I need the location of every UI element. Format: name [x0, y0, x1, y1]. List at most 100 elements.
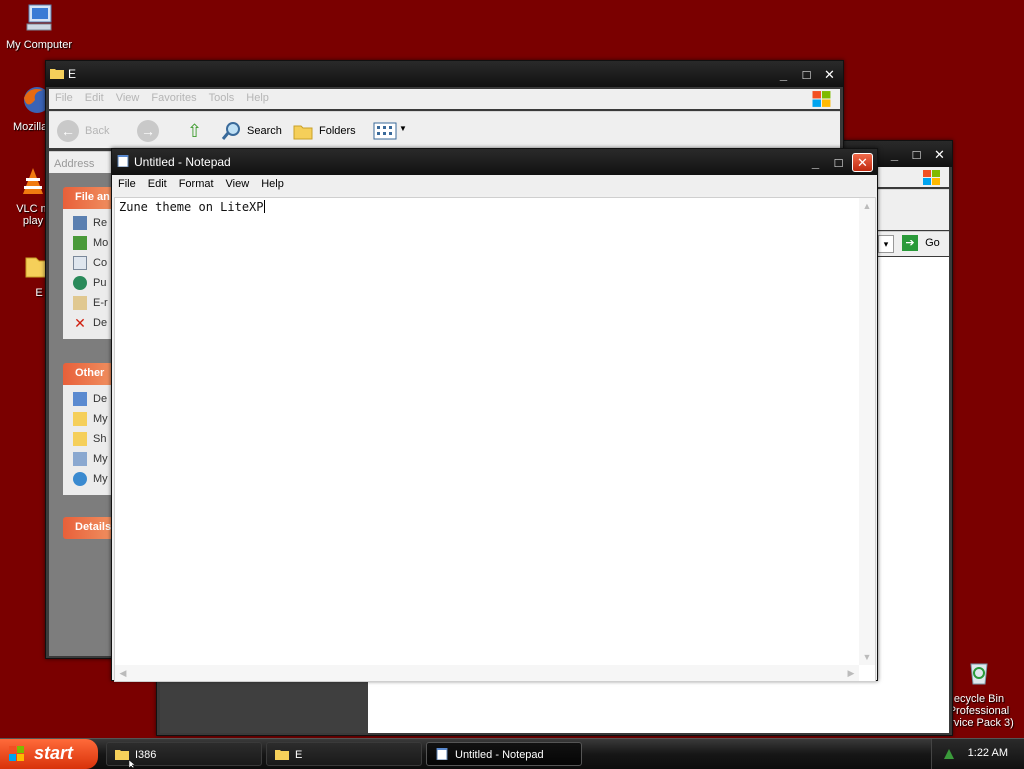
- up-folder-icon[interactable]: ⇧: [187, 120, 209, 142]
- maximize-button[interactable]: □: [797, 66, 816, 83]
- chevron-down-icon: ▼: [399, 124, 407, 133]
- vertical-scrollbar[interactable]: ▲ ▼: [859, 198, 875, 665]
- task-item-rename[interactable]: Re: [73, 213, 113, 233]
- recycle-bin-icon: [970, 663, 988, 685]
- address-dropdown-chevron-icon[interactable]: ▾: [878, 235, 894, 253]
- taskbar-item-label: E: [295, 749, 303, 761]
- computer-icon: [26, 4, 52, 31]
- menu-help[interactable]: Help: [255, 175, 290, 190]
- text-caret: [263, 200, 265, 213]
- copy-icon: [73, 256, 87, 271]
- publish-globe-icon: [73, 276, 87, 291]
- other-places-header[interactable]: Other: [63, 363, 113, 385]
- close-button[interactable]: ✕: [930, 146, 949, 163]
- back-label: Back: [85, 125, 110, 137]
- title-bar[interactable]: Untitled - Notepad _ □ ✕: [112, 149, 877, 175]
- menu-help[interactable]: Help: [240, 89, 275, 104]
- folders-label: Folders: [319, 125, 356, 137]
- address-label: Address: [54, 158, 95, 170]
- folder-icon: [50, 69, 64, 79]
- notepad-icon: [117, 155, 129, 167]
- place-item-my-network[interactable]: My: [73, 469, 113, 489]
- menu-view[interactable]: View: [110, 89, 146, 104]
- views-grid-icon: [373, 122, 397, 140]
- task-item-move[interactable]: Mo: [73, 233, 113, 253]
- documents-folder-icon: [73, 412, 87, 427]
- file-tasks-header[interactable]: File an: [63, 187, 113, 209]
- menu-edit[interactable]: Edit: [79, 89, 110, 104]
- views-button[interactable]: ▼: [373, 120, 407, 142]
- notepad-content: Zune theme on LiteXP: [119, 200, 265, 214]
- menu-view[interactable]: View: [220, 175, 256, 190]
- taskbar-item-e[interactable]: E: [266, 742, 422, 766]
- start-button[interactable]: start: [0, 739, 98, 769]
- minimize-button[interactable]: _: [806, 154, 825, 171]
- place-item-my-documents[interactable]: My: [73, 409, 113, 429]
- menu-file[interactable]: File: [112, 175, 142, 190]
- minimize-button[interactable]: _: [885, 146, 904, 163]
- back-arrow-icon: ←: [57, 120, 79, 142]
- mouse-cursor-icon: [129, 760, 136, 768]
- back-button[interactable]: ← Back: [57, 120, 127, 142]
- clock[interactable]: 1:22 AM: [968, 747, 1008, 759]
- delete-x-icon: ✕: [74, 315, 86, 332]
- place-item-desktop[interactable]: De: [73, 389, 113, 409]
- maximize-button[interactable]: □: [907, 146, 926, 163]
- desktop-icon-my-computer[interactable]: My Computer: [2, 2, 76, 51]
- close-button[interactable]: ✕: [820, 66, 839, 83]
- menu-edit[interactable]: Edit: [142, 175, 173, 190]
- folder-icon: [115, 750, 129, 760]
- close-button[interactable]: ✕: [852, 153, 873, 172]
- taskbar-item-label: Untitled - Notepad: [455, 749, 544, 761]
- search-button[interactable]: Search: [221, 120, 287, 142]
- go-button[interactable]: ➔ Go: [902, 235, 952, 253]
- horizontal-scrollbar[interactable]: ◀ ▶: [115, 665, 859, 681]
- network-globe-icon: [73, 472, 87, 487]
- menu-favorites[interactable]: Favorites: [145, 89, 202, 104]
- task-pane: File an Re Mo Co Pu E-r ✕ De Other De My …: [49, 173, 113, 656]
- notepad-icon: [436, 748, 448, 760]
- search-label: Search: [247, 125, 282, 137]
- scroll-right-arrow-icon[interactable]: ▶: [843, 665, 859, 681]
- system-tray: 1:22 AM: [931, 739, 1024, 769]
- menu-tools[interactable]: Tools: [203, 89, 241, 104]
- shared-folder-icon: [73, 432, 87, 447]
- email-icon: [73, 296, 87, 311]
- window-title: Untitled - Notepad: [134, 155, 231, 169]
- network-tray-icon[interactable]: [942, 747, 956, 761]
- taskbar-item-notepad[interactable]: Untitled - Notepad: [426, 742, 582, 766]
- notepad-window[interactable]: Untitled - Notepad _ □ ✕ File Edit Format V…: [111, 148, 878, 682]
- windows-flag-icon: [9, 746, 24, 761]
- task-item-copy[interactable]: Co: [73, 253, 113, 273]
- computer-icon: [73, 452, 87, 467]
- menu-format[interactable]: Format: [173, 175, 220, 190]
- other-places-box: Other De My Sh My My: [63, 363, 113, 495]
- place-item-my-computer[interactable]: My: [73, 449, 113, 469]
- notepad-text-area[interactable]: Zune theme on LiteXP ▲ ▼ ◀ ▶: [114, 197, 876, 682]
- details-box: Details: [63, 517, 113, 539]
- go-arrow-icon: ➔: [902, 235, 918, 251]
- scroll-left-arrow-icon[interactable]: ◀: [115, 665, 131, 681]
- task-item-publish[interactable]: Pu: [73, 273, 113, 293]
- scroll-up-arrow-icon[interactable]: ▲: [859, 198, 875, 214]
- place-item-shared[interactable]: Sh: [73, 429, 113, 449]
- menu-bar: File Edit View Favorites Tools Help: [49, 89, 840, 109]
- scroll-down-arrow-icon[interactable]: ▼: [859, 649, 875, 665]
- folders-button[interactable]: Folders: [293, 120, 365, 142]
- task-item-delete[interactable]: ✕ De: [73, 313, 113, 333]
- toolbar: ← Back → ⇧ Search Folders ▼: [49, 111, 840, 148]
- forward-arrow-icon[interactable]: →: [137, 120, 159, 142]
- start-label: start: [34, 743, 74, 763]
- file-folder-tasks-box: File an Re Mo Co Pu E-r ✕ De: [63, 187, 113, 339]
- details-header[interactable]: Details: [63, 517, 113, 539]
- rename-icon: [73, 216, 87, 231]
- minimize-button[interactable]: _: [774, 66, 793, 83]
- title-bar[interactable]: E _ □ ✕: [46, 61, 843, 87]
- folders-icon: [293, 125, 313, 140]
- windows-logo-icon: [812, 91, 831, 107]
- task-item-email[interactable]: E-r: [73, 293, 113, 313]
- folder-icon: [275, 750, 289, 760]
- go-label: Go: [925, 237, 940, 249]
- maximize-button[interactable]: □: [829, 154, 848, 171]
- menu-file[interactable]: File: [49, 89, 79, 104]
